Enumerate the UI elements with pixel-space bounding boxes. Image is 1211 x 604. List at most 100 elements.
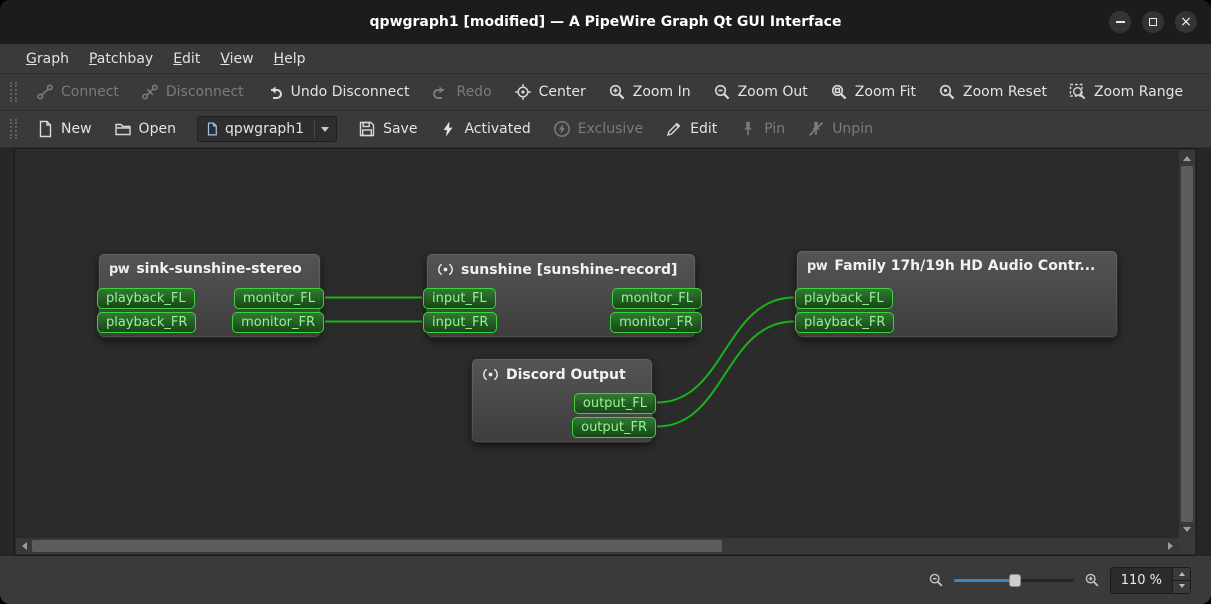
edit-label: Edit (690, 121, 718, 137)
zoom-in-mini-icon (1085, 573, 1099, 587)
connection-layer (324, 296, 795, 428)
save-button[interactable]: Save (347, 111, 428, 147)
edit-pencil-icon (667, 122, 681, 137)
node-header: pw sink-sunshine-stereo (99, 254, 320, 281)
zoom-value: 110 % (1120, 572, 1162, 588)
close-button[interactable]: × (1175, 11, 1197, 33)
menu-patchbay[interactable]: Patchbay (79, 44, 163, 73)
node-title: sink-sunshine-stereo (136, 261, 302, 277)
menu-edit[interactable]: Edit (163, 44, 210, 73)
zoom-in-label: Zoom In (632, 84, 691, 100)
maximize-icon (1149, 18, 1157, 26)
zoom-out-mini-icon (929, 573, 943, 587)
scroll-left-button[interactable] (16, 538, 32, 554)
menu-edit-label: Edit (173, 50, 201, 67)
vertical-scroll-thumb[interactable] (1181, 166, 1193, 522)
edit-button[interactable]: Edit (654, 111, 728, 147)
node-family-hd-audio[interactable]: pw Family 17h/19h HD Audio Contr... play… (795, 250, 1118, 338)
zoom-reset-icon (939, 84, 955, 100)
port-playback_FL[interactable]: playback_FL (795, 288, 893, 309)
node-header: sunshine [sunshine-record] (427, 254, 695, 282)
new-button[interactable]: New (25, 111, 103, 147)
disconnect-icon (142, 84, 158, 100)
spin-buttons (1172, 567, 1190, 593)
exclusive-bolt-icon (553, 121, 570, 137)
zoom-slider-handle[interactable] (1008, 574, 1021, 587)
save-icon (359, 121, 375, 137)
port-monitor_FL[interactable]: monitor_FL (611, 288, 702, 309)
toolbar-drag-handle[interactable] (10, 119, 17, 139)
maximize-button[interactable] (1142, 11, 1164, 33)
port-input_FR[interactable]: input_FR (423, 312, 498, 333)
minimize-button[interactable] (1109, 11, 1131, 33)
combo-separator (314, 120, 316, 138)
zoom-slider[interactable] (953, 571, 1074, 589)
menu-patchbay-label: Patchbay (88, 50, 154, 67)
port-monitor_FL[interactable]: monitor_FL (233, 288, 324, 309)
patchbay-file-icon (207, 122, 217, 136)
zoom-step-down-button[interactable] (1173, 579, 1190, 593)
port-output_FL[interactable]: output_FL (573, 393, 656, 414)
zoom-range-button[interactable]: Zoom Range (1058, 74, 1194, 110)
arrow-up-icon (1183, 152, 1191, 161)
port-input_FL[interactable]: input_FL (423, 288, 496, 309)
undo-disconnect-button[interactable]: Undo Disconnect (255, 74, 421, 110)
zoom-in-button[interactable]: Zoom In (597, 74, 702, 110)
menu-view[interactable]: View (210, 44, 263, 73)
port-output_FR[interactable]: output_FR (572, 417, 656, 438)
vertical-scrollbar[interactable] (1179, 150, 1195, 538)
new-file-icon (39, 120, 52, 138)
pin-button[interactable]: Pin (728, 111, 796, 147)
toolbar-graph: Connect Disconnect Undo Disconnect Redo … (0, 74, 1211, 111)
arrow-left-icon (18, 542, 27, 550)
menu-graph-label: Graph (26, 50, 69, 67)
port-playback_FR[interactable]: playback_FR (795, 312, 895, 333)
disconnect-button[interactable]: Disconnect (130, 74, 255, 110)
port-playback_FR[interactable]: playback_FR (97, 312, 197, 333)
graph-canvas[interactable]: pw sink-sunshine-stereo playback_FL play… (14, 148, 1197, 556)
open-label: Open (138, 121, 176, 137)
scroll-up-button[interactable] (1179, 150, 1195, 166)
connect-label: Connect (61, 84, 119, 100)
zoom-fit-button[interactable]: Zoom Fit (819, 74, 927, 110)
node-title: sunshine [sunshine-record] (461, 261, 678, 278)
pin-icon (744, 122, 753, 135)
horizontal-scroll-thumb[interactable] (32, 540, 722, 552)
node-sunshine-record[interactable]: sunshine [sunshine-record] input_FL inpu… (423, 253, 702, 338)
pin-label: Pin (764, 121, 786, 137)
redo-button[interactable]: Redo (420, 74, 502, 110)
menu-graph[interactable]: Graph (16, 44, 79, 73)
arrow-down-icon (1178, 584, 1185, 591)
port-monitor_FR[interactable]: monitor_FR (232, 312, 324, 333)
scroll-down-button[interactable] (1179, 522, 1195, 538)
toolbar-drag-handle[interactable] (10, 82, 17, 102)
open-folder-icon (114, 123, 131, 136)
menu-help[interactable]: Help (264, 44, 316, 73)
node-discord-output[interactable]: Discord Output output_FL output_FR (471, 358, 656, 443)
patchbay-profile-selector[interactable]: qpwgraph1 (196, 116, 338, 142)
zoom-step-up-button[interactable] (1173, 567, 1190, 580)
menu-help-label: Help (273, 50, 306, 67)
exclusive-toggle[interactable]: Exclusive (542, 111, 654, 147)
zoom-reset-button[interactable]: Zoom Reset (927, 74, 1058, 110)
close-icon: × (1180, 14, 1192, 30)
port-monitor_FR[interactable]: monitor_FR (610, 312, 702, 333)
zoom-out-button[interactable]: Zoom Out (702, 74, 819, 110)
unpin-button[interactable]: Unpin (796, 111, 884, 147)
pipewire-icon: pw (807, 258, 828, 274)
open-button[interactable]: Open (103, 111, 187, 147)
menu-view-label: View (220, 50, 254, 67)
connect-button[interactable]: Connect (25, 74, 130, 110)
toolbar-patchbay: New Open qpwgraph1 Save Activated Exclus… (0, 111, 1211, 148)
horizontal-scrollbar[interactable] (16, 538, 1179, 554)
port-playback_FL[interactable]: playback_FL (97, 288, 195, 309)
exclusive-label: Exclusive (577, 121, 644, 137)
zoom-range-icon (1069, 83, 1086, 100)
activated-toggle[interactable]: Activated (428, 111, 541, 147)
scroll-right-button[interactable] (1163, 538, 1179, 554)
center-button[interactable]: Center (503, 74, 597, 110)
patchbay-profile-value: qpwgraph1 (224, 121, 305, 137)
zoom-spinbox[interactable]: 110 % (1109, 566, 1191, 594)
node-sink-sunshine-stereo[interactable]: pw sink-sunshine-stereo playback_FL play… (97, 253, 324, 338)
arrow-right-icon (1168, 542, 1177, 550)
